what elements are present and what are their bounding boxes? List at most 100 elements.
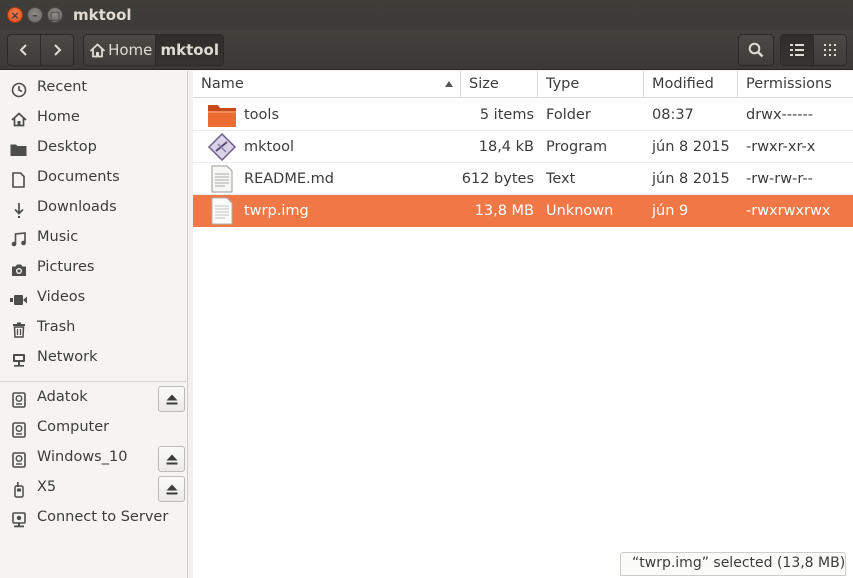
breadcrumb-home[interactable]: Home: [84, 35, 157, 65]
sidebar-item-desktop[interactable]: Desktop: [0, 134, 188, 164]
column-header-label: Permissions: [746, 76, 832, 92]
file-name: mktool: [244, 139, 294, 155]
server-icon: [10, 511, 27, 528]
drive-icon: [10, 391, 27, 408]
sidebar-item-label: Recent: [37, 79, 88, 95]
chevron-left-icon: [19, 44, 27, 56]
file-row-readme[interactable]: README.md 612 bytes Text jún 8 2015 -rw-…: [193, 163, 853, 195]
eject-button[interactable]: [158, 446, 185, 472]
file-permissions: -rwxr-xr-x: [746, 139, 816, 155]
trash-icon: [10, 321, 27, 338]
title-bar: × – □ mktool: [0, 0, 853, 30]
column-header-label: Type: [546, 76, 580, 92]
file-icon: [211, 197, 233, 225]
eject-icon: [166, 454, 177, 464]
sidebar-item-label: Videos: [37, 289, 86, 305]
column-header-permissions[interactable]: Permissions: [738, 71, 853, 98]
close-window-button[interactable]: ×: [7, 7, 23, 23]
sidebar-item-music[interactable]: Music: [0, 224, 188, 254]
file-name: tools: [244, 107, 280, 123]
sidebar-item-pictures[interactable]: Pictures: [0, 254, 188, 284]
sidebar-item-documents[interactable]: Documents: [0, 164, 188, 194]
sidebar-item-label: X5: [37, 479, 57, 495]
eject-button[interactable]: [158, 476, 185, 502]
search-icon: [748, 42, 764, 58]
list-view-button[interactable]: [781, 35, 814, 65]
grid-view-button[interactable]: [814, 35, 847, 65]
sidebar-item-connect-to-server[interactable]: Connect to Server: [0, 504, 188, 534]
eject-button[interactable]: [158, 386, 185, 412]
folder-icon: [208, 105, 236, 127]
file-row-twrp-img[interactable]: twrp.img 13,8 MB Unknown jún 9 -rwxrwxrw…: [193, 195, 853, 227]
sidebar-item-adatok[interactable]: Adatok: [0, 384, 188, 414]
folder-icon: [10, 141, 27, 158]
sidebar-item-recent[interactable]: Recent: [0, 74, 188, 104]
sidebar-item-label: Pictures: [37, 259, 95, 275]
home-icon: [89, 42, 106, 57]
breadcrumb: Home mktool: [83, 34, 224, 66]
sidebar-item-label: Music: [37, 229, 79, 245]
minimize-window-button[interactable]: –: [27, 7, 43, 23]
sidebar-item-label: Connect to Server: [37, 509, 169, 525]
file-permissions: drwx------: [746, 107, 813, 123]
sidebar-separator: [0, 381, 188, 382]
column-header-name[interactable]: Name: [193, 71, 461, 98]
text-file-icon: [211, 165, 233, 193]
back-button[interactable]: [8, 35, 41, 65]
sidebar-item-computer[interactable]: Computer: [0, 414, 188, 444]
file-name: README.md: [244, 171, 334, 187]
forward-button[interactable]: [41, 35, 74, 65]
file-permissions: -rwxrwxrwx: [746, 203, 831, 219]
breadcrumb-current[interactable]: mktool: [156, 35, 223, 65]
file-modified: jún 8 2015: [652, 139, 730, 155]
file-permissions: -rw-rw-r--: [746, 171, 813, 187]
sidebar-item-label: Windows_10: [37, 449, 128, 465]
eject-icon: [166, 484, 177, 494]
sidebar-item-label: Desktop: [37, 139, 97, 155]
program-icon: [207, 133, 237, 161]
file-row-tools[interactable]: tools 5 items Folder 08:37 drwx------: [193, 99, 853, 131]
file-modified: jún 8 2015: [652, 171, 730, 187]
file-type: Unknown: [546, 203, 614, 219]
drive-icon: [10, 451, 27, 468]
column-header-label: Size: [469, 76, 499, 92]
file-size: 612 bytes: [461, 171, 534, 187]
column-header-label: Name: [201, 76, 244, 92]
file-modified: jún 9: [652, 203, 689, 219]
selection-status: “twrp.img” selected (13,8 MB): [620, 552, 846, 576]
sidebar-item-label: Trash: [37, 319, 76, 335]
file-row-mktool[interactable]: mktool 18,4 kB Program jún 8 2015 -rwxr-…: [193, 131, 853, 163]
file-size: 13,8 MB: [474, 203, 534, 219]
column-header-modified[interactable]: Modified: [644, 71, 738, 98]
phone-icon: [10, 481, 27, 498]
sidebar-item-network[interactable]: Network: [0, 344, 188, 374]
video-icon: [10, 291, 27, 308]
sidebar-item-windows-10[interactable]: Windows_10: [0, 444, 188, 474]
music-icon: [10, 231, 27, 248]
file-size: 5 items: [479, 107, 534, 123]
sidebar-item-label: Network: [37, 349, 98, 365]
sidebar-item-label: Home: [37, 109, 80, 125]
breadcrumb-current-label: mktool: [160, 41, 219, 59]
download-icon: [10, 201, 27, 218]
camera-icon: [10, 261, 27, 278]
sidebar-item-x5[interactable]: X5: [0, 474, 188, 504]
sidebar-item-label: Downloads: [37, 199, 117, 215]
sidebar-item-videos[interactable]: Videos: [0, 284, 188, 314]
sidebar-item-trash[interactable]: Trash: [0, 314, 188, 344]
maximize-window-button[interactable]: □: [47, 7, 63, 23]
column-header-type[interactable]: Type: [538, 71, 644, 98]
file-list-view: Name Size Type Modified Permissions tool…: [193, 71, 853, 578]
column-header-size[interactable]: Size: [461, 71, 538, 98]
chevron-right-icon: [54, 44, 62, 56]
sidebar-item-downloads[interactable]: Downloads: [0, 194, 188, 224]
sidebar-item-home[interactable]: Home: [0, 104, 188, 134]
file-type: Text: [546, 171, 576, 187]
drive-icon: [10, 421, 27, 438]
home-icon: [10, 111, 27, 128]
search-button[interactable]: [739, 35, 773, 65]
search-button-group: [738, 34, 774, 66]
sort-ascending-icon: [445, 81, 453, 87]
column-header-row: Name Size Type Modified Permissions: [193, 71, 853, 98]
file-type: Program: [546, 139, 608, 155]
